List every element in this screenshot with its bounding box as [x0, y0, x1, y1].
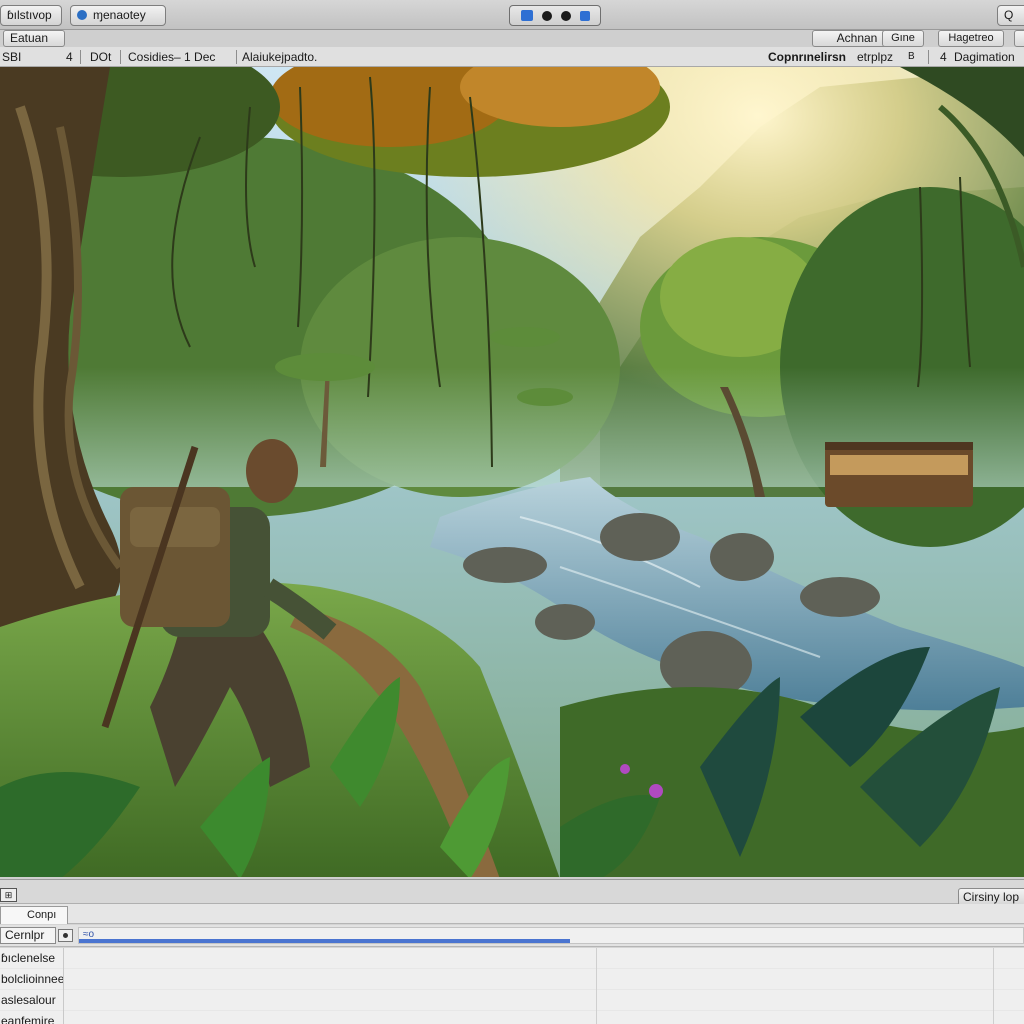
scene-viewport[interactable] — [0, 67, 1024, 879]
console-toolbar: Cernlpr ≈o — [0, 925, 1024, 947]
panel-menu-icon[interactable]: ⊞ — [0, 888, 17, 902]
scene-tab-row: SBI 4 DOt Cosidies– 1 Dec Alaiukejpadto.… — [0, 47, 1024, 67]
tab-divider — [928, 50, 929, 64]
step-icon[interactable] — [560, 10, 571, 21]
layout-name[interactable]: Dagimation — [954, 47, 1015, 67]
layout-overflow-button[interactable] — [1014, 30, 1024, 47]
list-item[interactable]: bolclioinnee — [0, 969, 63, 989]
secondary-toolbar: Eatuan Achnan Gıne Hagetreo — [0, 30, 1024, 47]
column-divider — [596, 948, 597, 1024]
console-list: ɓıclenelse bolclioinnee aslesalour eanfe… — [0, 948, 1024, 1024]
bus-object — [825, 442, 973, 507]
progress-bar: ≈o — [78, 927, 1024, 944]
scene-dropdown[interactable]: ɓılstıvop — [0, 5, 62, 26]
grid-button[interactable]: Gıne — [882, 30, 924, 47]
scene-breadcrumb[interactable]: Cosidies– 1 Dec — [128, 47, 215, 67]
tab-divider — [120, 50, 121, 64]
jungle-scene-render — [0, 67, 1024, 879]
bottom-strip: ⊞ Cirsiny lop — [0, 880, 1024, 906]
tab-divider — [236, 50, 237, 64]
pause-icon[interactable] — [541, 10, 552, 21]
progress-fill — [79, 939, 570, 943]
list-item[interactable]: ɓıclenelse — [0, 948, 63, 968]
layout-index: 4 — [940, 50, 947, 64]
console-filter[interactable]: Cernlpr — [0, 927, 56, 944]
column-divider — [993, 948, 994, 1024]
layout-button[interactable]: Hagetreo — [938, 30, 1004, 47]
bottom-panel: ⊞ Cirsiny lop Conpı Cernlpr ≈o ɓıclenels… — [0, 879, 1024, 1024]
shading-count: 4 — [66, 50, 73, 64]
main-toolbar: ɓılstıvop ɱenaotey Q — [0, 0, 1024, 30]
edit-button[interactable]: Eatuan — [3, 30, 65, 47]
tab-console[interactable]: Conpı — [0, 906, 68, 924]
clear-icon[interactable] — [58, 929, 73, 942]
layer-icon — [77, 10, 87, 20]
scene-path: Alaiukejpadto. — [242, 50, 318, 64]
list-item[interactable]: eanfemire — [0, 1011, 63, 1024]
gizmo-badge[interactable]: B — [908, 47, 915, 67]
play-icon[interactable] — [520, 10, 533, 21]
stop-icon[interactable] — [579, 10, 590, 21]
list-item[interactable]: aslesalour — [0, 990, 63, 1010]
account-button[interactable]: Q — [997, 5, 1024, 26]
component-submenu[interactable]: etrplpz — [857, 47, 893, 67]
layer-label: ɱenaotey — [93, 8, 146, 22]
shading-mode[interactable]: SBI — [2, 47, 21, 67]
playback-controls — [509, 5, 601, 26]
layer-dropdown[interactable]: ɱenaotey — [70, 5, 166, 26]
toggle-2d-button[interactable]: DOt — [90, 47, 111, 67]
bottom-tab-bar: Conpı — [0, 904, 1024, 924]
component-menu[interactable]: Copnrınelirsn — [768, 47, 846, 67]
tab-divider — [80, 50, 81, 64]
